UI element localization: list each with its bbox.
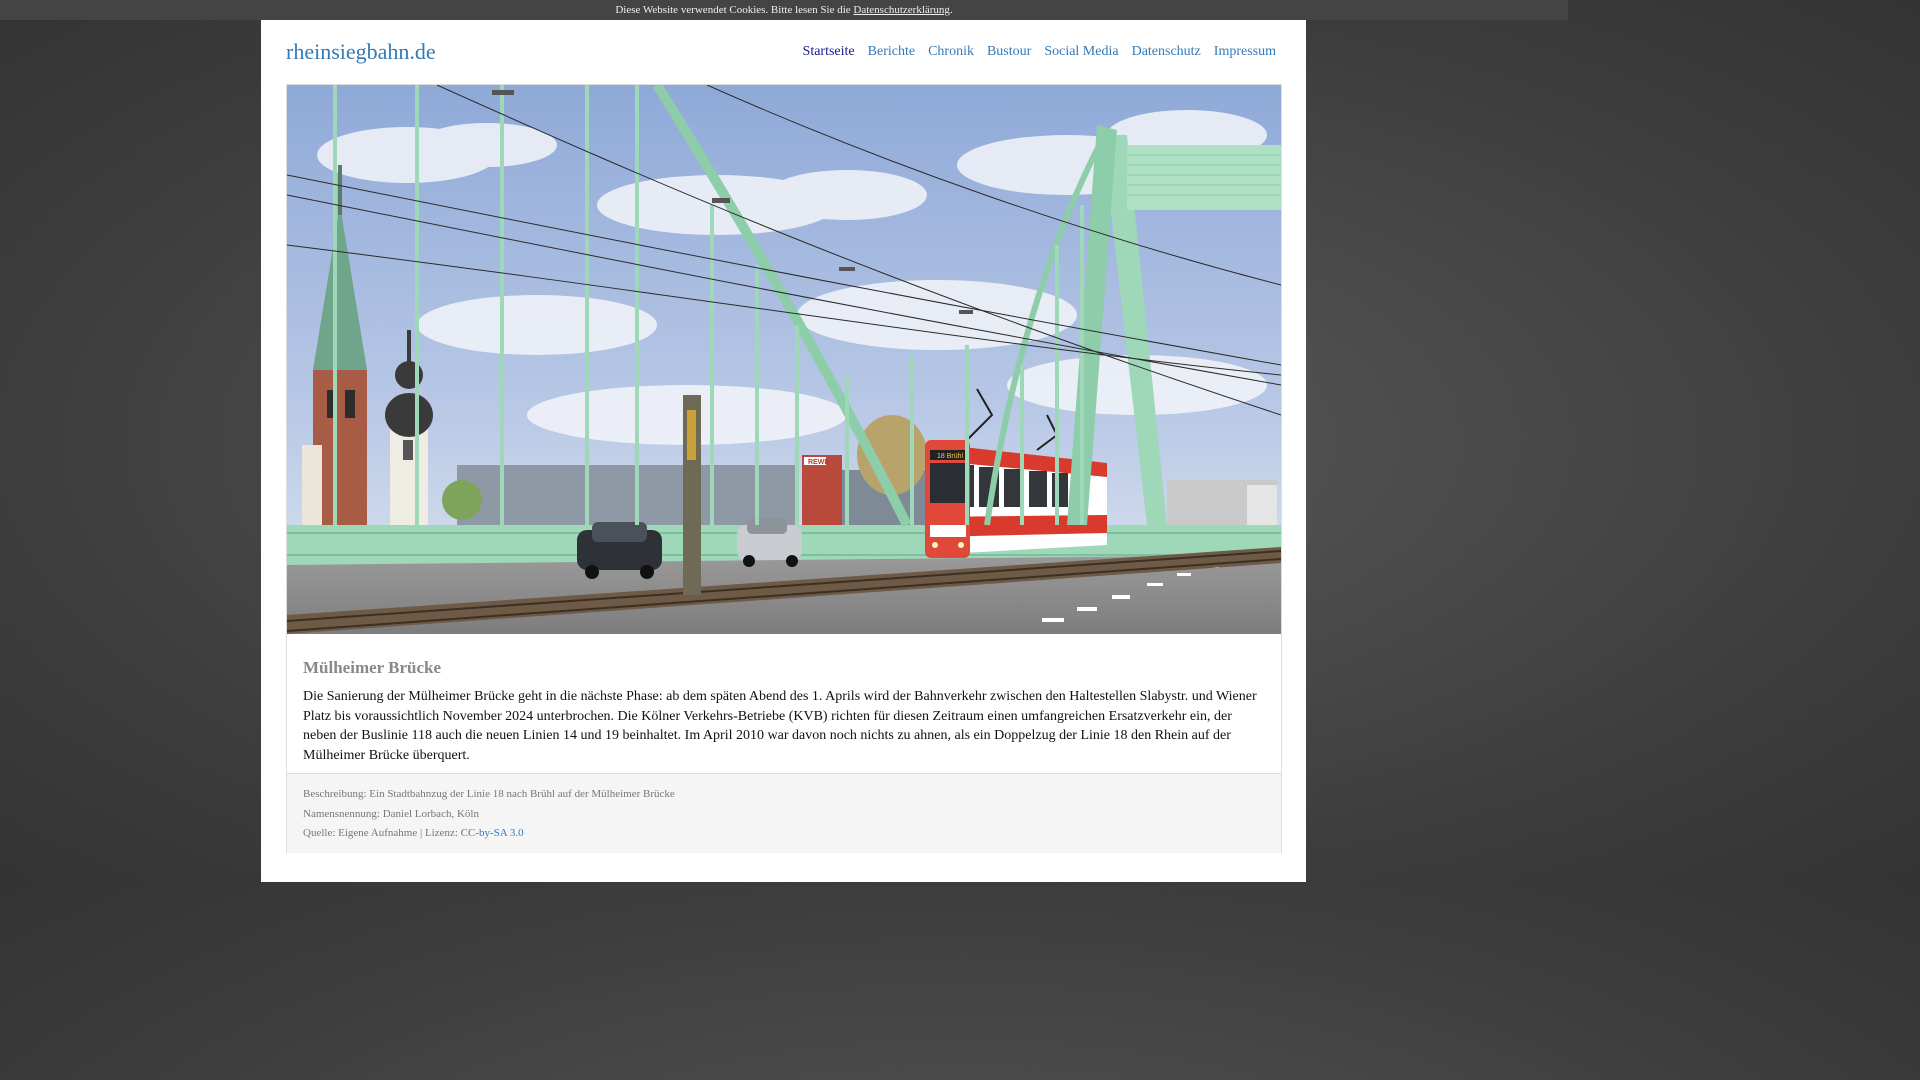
- nav-item-datenschutz[interactable]: Datenschutz: [1132, 44, 1201, 60]
- privacy-policy-link[interactable]: Datenschutzerklärung: [853, 4, 950, 16]
- nav-item-social-media[interactable]: Social Media: [1044, 44, 1118, 60]
- cookie-notice: Diese Website verwendet Cookies. Bitte l…: [0, 0, 1568, 20]
- site-title-link[interactable]: rheinsiegbahn.de: [286, 39, 436, 65]
- page-container: rheinsiegbahn.de Startseite Berichte Chr…: [261, 20, 1306, 882]
- image-source: Quelle: Eigene Aufnahme | Lizenz: CC-by-…: [303, 827, 524, 839]
- nav-item-berichte[interactable]: Berichte: [868, 44, 915, 60]
- image-source-text: Quelle: Eigene Aufnahme | Lizenz:: [303, 827, 458, 839]
- article-text: Die Sanierung der Mülheimer Brücke geht …: [303, 689, 1257, 763]
- article-card: 18 Brühl REWE Mülheimer Brücke Die Sanie…: [286, 84, 1282, 853]
- billboard-text: REWE: [808, 459, 829, 466]
- nav-item-impressum[interactable]: Impressum: [1214, 44, 1276, 60]
- nav-item-bustour[interactable]: Bustour: [987, 44, 1031, 60]
- license-link[interactable]: CC-by-SA 3.0: [461, 827, 524, 839]
- image-description: Beschreibung: Ein Stadtbahnzug der Linie…: [303, 788, 675, 800]
- article-title: Mülheimer Brücke: [303, 658, 442, 677]
- nav-item-chronik[interactable]: Chronik: [928, 44, 974, 60]
- image-credits: Beschreibung: Ein Stadtbahnzug der Linie…: [287, 773, 1281, 853]
- bridge-photo: 18 Brühl REWE: [287, 85, 1281, 634]
- nav-item-startseite[interactable]: Startseite: [803, 44, 855, 60]
- image-attribution: Namensnennung: Daniel Lorbach, Köln: [303, 808, 479, 820]
- tram-destination-sign: 18 Brühl: [937, 453, 964, 460]
- cookie-suffix: .: [949, 4, 953, 16]
- cookie-text: Diese Website verwendet Cookies. Bitte l…: [615, 4, 851, 16]
- main-nav: Startseite Berichte Chronik Bustour Soci…: [803, 44, 1276, 60]
- article-body: Mülheimer Brücke Die Sanierung der Mülhe…: [303, 658, 1263, 765]
